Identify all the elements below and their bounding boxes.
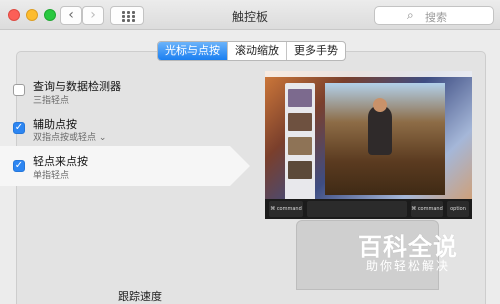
command-key: ⌘ command	[269, 201, 303, 217]
preview-keyboard: ⌘ command ⌘ command option	[265, 199, 472, 219]
forward-button[interactable]: ›	[82, 6, 104, 25]
preview-sidebar	[285, 83, 315, 201]
title-bar: ‹ › 触控板 ⌕ 搜索	[0, 0, 500, 30]
watermark: 百科全说 助你轻松解决	[348, 223, 468, 279]
option-label: 轻点来点按	[33, 155, 88, 168]
option-sublabel: 单指轻点	[33, 171, 70, 181]
tab-scroll-zoom[interactable]: 滚动缩放	[228, 42, 287, 60]
space-key	[307, 201, 407, 217]
tab-bar: 光标与点按 滚动缩放 更多手势	[157, 41, 346, 61]
option-secondary-click[interactable]: ✓ 辅助点按 双指点按或轻点 ⌄	[0, 110, 230, 146]
option-tap-to-click[interactable]: ✓ 轻点来点按 单指轻点	[0, 146, 250, 186]
minimize-button[interactable]	[26, 9, 38, 21]
tap-to-click-checkbox[interactable]: ✓	[13, 160, 25, 172]
checkmark-icon: ✓	[14, 160, 24, 171]
gesture-preview	[265, 71, 472, 218]
secondary-click-dropdown[interactable]: 双指点按或轻点 ⌄	[33, 130, 106, 143]
tracking-speed-label: 跟踪速度	[118, 290, 162, 303]
option-key: option	[447, 201, 469, 217]
search-input[interactable]: ⌕ 搜索	[374, 6, 494, 25]
search-icon: ⌕	[407, 8, 414, 22]
watermark-subtitle: 助你轻松解决	[365, 259, 450, 273]
show-all-button[interactable]	[110, 6, 144, 25]
command-key-right: ⌘ command	[411, 201, 443, 217]
preview-menubar	[265, 71, 472, 77]
tab-point-click[interactable]: 光标与点按	[158, 42, 228, 60]
option-label: 查询与数据检测器	[33, 80, 121, 93]
back-button[interactable]: ‹	[60, 6, 82, 25]
option-lookup[interactable]: 查询与数据检测器 三指轻点	[0, 70, 230, 110]
selection-arrow	[230, 146, 250, 186]
search-placeholder: 搜索	[425, 11, 447, 24]
preview-photo	[325, 83, 445, 195]
lookup-checkbox[interactable]	[13, 84, 25, 96]
secondary-click-checkbox[interactable]: ✓	[13, 122, 25, 134]
checkmark-icon: ✓	[14, 122, 24, 133]
zoom-button[interactable]	[44, 9, 56, 21]
tab-more-gestures[interactable]: 更多手势	[287, 42, 345, 60]
option-sublabel: 三指轻点	[33, 96, 70, 106]
close-button[interactable]	[8, 9, 20, 21]
